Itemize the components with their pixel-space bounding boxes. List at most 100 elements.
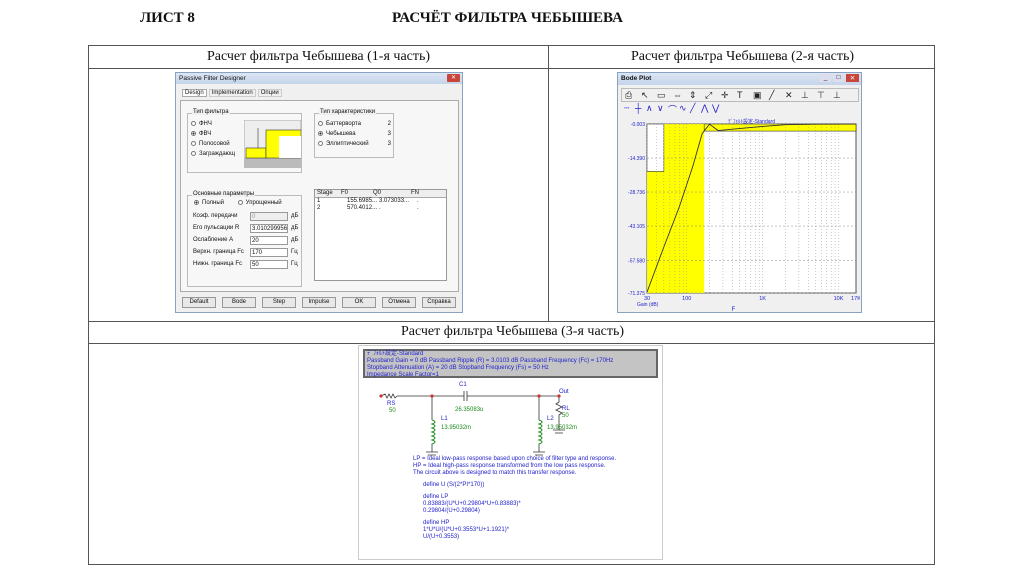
radio[interactable]	[191, 140, 196, 146]
note-line: define HP	[423, 520, 450, 526]
radio[interactable]	[318, 130, 323, 136]
title-bar: Passive Filter Designer ✕	[176, 73, 462, 84]
column-header[interactable]: FN	[411, 190, 419, 196]
param-label: Верхн. граница Fc	[193, 249, 244, 255]
radio[interactable]	[191, 120, 196, 126]
x-tick-label: 100	[682, 296, 691, 302]
x-axis-label: F	[732, 307, 736, 312]
radio[interactable]	[318, 140, 323, 146]
group-label: Тип характеристики	[319, 109, 377, 115]
minimize-button[interactable]: _	[820, 74, 831, 82]
rl-label: RL	[562, 406, 570, 412]
filter-type-option[interactable]: Заграждающ	[191, 149, 235, 159]
radio[interactable]	[191, 150, 196, 156]
stages-table: Stage F0 Q0 FN 1 155.6985... 3.073033.... 2 570.…	[314, 189, 447, 281]
param-input[interactable]: 0	[250, 212, 288, 221]
param-input[interactable]: 170	[250, 248, 288, 257]
cursor-icon[interactable]: ✛	[721, 90, 729, 101]
measure-tool-icon[interactable]: ⋀	[701, 103, 708, 114]
param-unit: дБ	[291, 225, 299, 231]
bode-button[interactable]: Bode	[222, 297, 256, 308]
tab-implementation[interactable]: Implementation	[208, 89, 256, 97]
table-row[interactable]: 1 155.6985... 3.073033....	[315, 198, 446, 205]
page-title: РАСЧЁТ ФИЛЬТРА ЧЕБЫШЕВА	[392, 10, 623, 26]
filter-type-option[interactable]: Полосовой	[191, 139, 235, 149]
radio[interactable]	[191, 130, 196, 136]
text-icon[interactable]: T	[737, 90, 743, 100]
param-unit: дБ	[291, 237, 299, 243]
note-line: LP = Ideal low-pass response based upon …	[413, 456, 617, 462]
info-line: Passband Gain = 0 dB Passband Ripple (R)…	[367, 358, 614, 364]
table-cell: 1	[317, 198, 321, 204]
step-button[interactable]: Step	[262, 297, 296, 308]
sheet-label: ЛИСТ 8	[140, 10, 195, 26]
отмена-button[interactable]: Отмена	[382, 297, 416, 308]
param-input[interactable]: 20	[250, 236, 288, 245]
measure-tool-icon[interactable]: ⌒	[668, 103, 677, 116]
filter-diagram	[244, 120, 301, 168]
column-header[interactable]: Q0	[373, 190, 381, 196]
maximize-button[interactable]: □	[833, 74, 844, 82]
tab-options[interactable]: Опции	[257, 89, 282, 97]
order-value: 2	[387, 121, 391, 127]
option-label: Заграждающ	[199, 151, 236, 157]
table-row[interactable]: 2 570.4012.....	[315, 205, 446, 212]
line-icon[interactable]: ╱	[769, 90, 774, 101]
impulse-button[interactable]: Impulse	[302, 297, 336, 308]
cross-icon[interactable]: ✕	[785, 90, 793, 101]
radio[interactable]	[318, 120, 323, 126]
info-line: ﾃﾞﾌｫﾙﾄ設定-Standard	[367, 351, 424, 357]
caption-part3: Расчет фильтра Чебышева (3-я часть)	[400, 324, 625, 339]
pointer-icon[interactable]: ↖	[641, 90, 649, 101]
param-input[interactable]: 3.010299956	[250, 224, 288, 233]
measure-tool-icon[interactable]: ┼	[635, 103, 641, 113]
transfer-notes: LP = Ideal low-pass response based upon …	[413, 456, 616, 541]
divider	[89, 343, 934, 344]
toolbar-2: ┄ ┼ ∧ ∨ ⌒ ∿ ╱ ⋀ ⋁	[621, 103, 741, 115]
filter-type-option[interactable]: ФНЧ	[191, 119, 235, 129]
param-input[interactable]: 50	[250, 260, 288, 269]
divider	[89, 68, 934, 69]
справка-button[interactable]: Справка	[422, 297, 456, 308]
properties-icon[interactable]: ▣	[753, 90, 762, 101]
column-header[interactable]: Stage	[317, 190, 333, 196]
zoom-fit-icon[interactable]: ⤢	[705, 90, 712, 101]
divider	[548, 46, 549, 321]
note-line: define LP	[423, 494, 449, 500]
zoom-box-icon[interactable]: ▭	[657, 90, 666, 101]
radio-full[interactable]	[194, 200, 199, 205]
characteristic-option[interactable]: Чебышева 3	[318, 129, 393, 139]
tab-design[interactable]: Design	[182, 89, 207, 97]
default-button[interactable]: Default	[182, 297, 216, 308]
option-label: ФВЧ	[199, 131, 212, 137]
measure-tool-icon[interactable]: ∿	[679, 103, 687, 114]
zoom-x-icon[interactable]: ⇔	[673, 90, 682, 100]
measure-tool-icon[interactable]: ∨	[657, 103, 664, 114]
l2-label: L2	[547, 416, 554, 422]
printer-icon[interactable]: ⎙	[625, 90, 632, 101]
measure-tool-icon[interactable]: ⋁	[712, 103, 719, 114]
caption-part1: Расчет фильтра Чебышева (1-я часть)	[206, 49, 431, 64]
tangent-icon[interactable]: ⊥	[801, 90, 809, 101]
close-button[interactable]: ✕	[846, 74, 859, 82]
l2-value: 13.95032m	[547, 425, 578, 431]
param-unit: Гц	[291, 249, 298, 255]
measure-tool-icon[interactable]: ╱	[690, 103, 695, 114]
close-button[interactable]: ✕	[447, 74, 460, 82]
filter-type-option[interactable]: ФВЧ	[191, 129, 235, 139]
measure-tool-icon[interactable]: ┄	[624, 103, 629, 114]
column-header[interactable]: F0	[341, 190, 348, 196]
measure-tool-icon[interactable]: ∧	[646, 103, 653, 114]
characteristic-option[interactable]: Эллиптический 3	[318, 139, 393, 149]
peak-icon[interactable]: ⊤	[817, 90, 825, 101]
characteristic-option[interactable]: Баттерворта 2	[318, 119, 393, 129]
y-tick-label: -14.390	[628, 156, 645, 162]
x-tick-label: 10K	[834, 296, 844, 302]
y-tick-label: -28.736	[628, 190, 645, 196]
zoom-y-icon[interactable]: ⇕	[689, 90, 697, 101]
out-label: Out	[559, 389, 569, 395]
valley-icon[interactable]: ⊥	[833, 90, 841, 101]
option-label: Баттерворта	[326, 121, 361, 127]
ok-button[interactable]: OK	[342, 297, 376, 308]
radio-simple[interactable]	[237, 200, 243, 205]
